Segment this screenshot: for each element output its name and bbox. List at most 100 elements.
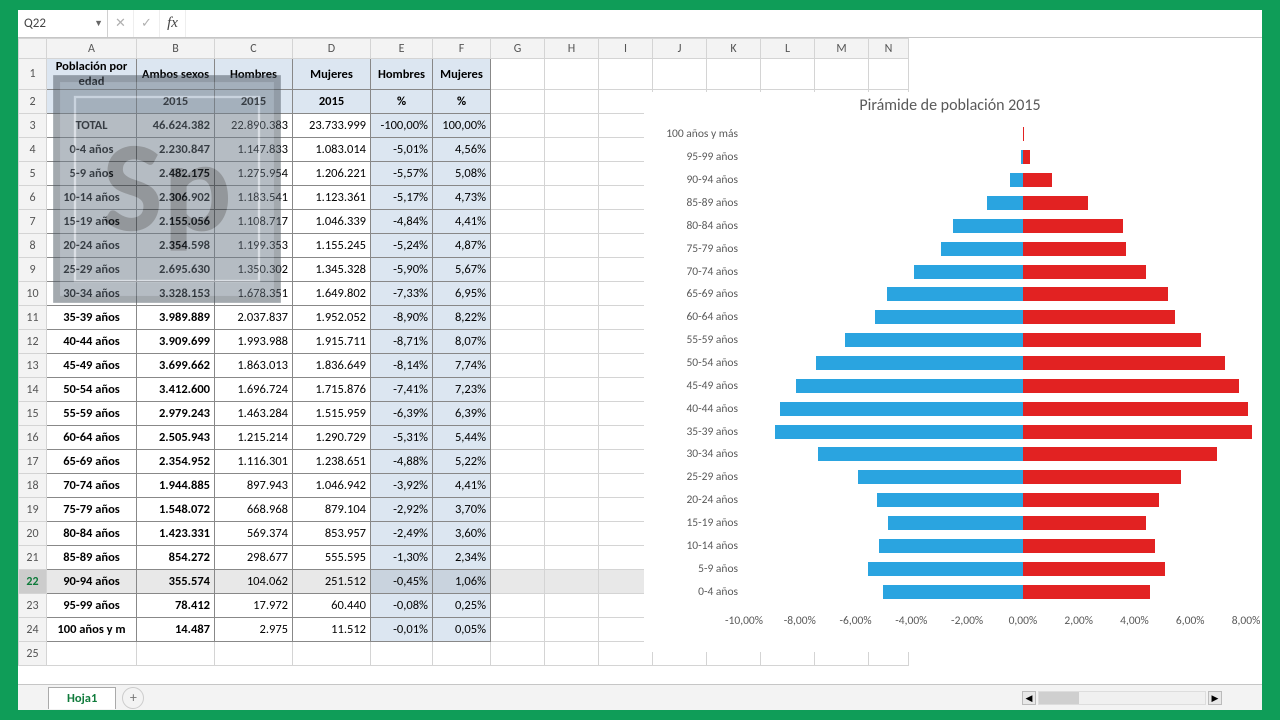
cell[interactable]: 1.083.014 xyxy=(293,138,371,162)
select-all-corner[interactable] xyxy=(19,39,47,59)
cell[interactable] xyxy=(545,522,599,546)
cell[interactable]: 1.345.328 xyxy=(293,258,371,282)
cell[interactable] xyxy=(545,282,599,306)
cell[interactable]: 23.733.999 xyxy=(293,114,371,138)
cell[interactable]: 2.306.902 xyxy=(137,186,215,210)
cell[interactable]: 2.230.847 xyxy=(137,138,215,162)
cell[interactable] xyxy=(869,59,909,90)
cell[interactable]: 100 años y m xyxy=(47,618,137,642)
cell[interactable]: 2.037.837 xyxy=(215,306,293,330)
cell[interactable]: 104.062 xyxy=(215,570,293,594)
cell[interactable] xyxy=(491,282,545,306)
cell[interactable]: 60-64 años xyxy=(47,426,137,450)
cell[interactable]: 2.354.952 xyxy=(137,450,215,474)
cell[interactable]: 879.104 xyxy=(293,498,371,522)
row-header[interactable]: 2 xyxy=(19,90,47,114)
scroll-left-icon[interactable]: ◀ xyxy=(1022,691,1036,705)
cell[interactable]: -5,17% xyxy=(371,186,433,210)
cell[interactable] xyxy=(545,642,599,666)
cell[interactable]: 1.915.711 xyxy=(293,330,371,354)
scroll-right-icon[interactable]: ▶ xyxy=(1208,691,1222,705)
chevron-down-icon[interactable]: ▼ xyxy=(94,18,103,29)
cell[interactable]: 3.412.600 xyxy=(137,378,215,402)
cell[interactable]: 7,74% xyxy=(433,354,491,378)
cell[interactable] xyxy=(491,546,545,570)
cell[interactable] xyxy=(545,330,599,354)
cell[interactable]: 100,00% xyxy=(433,114,491,138)
cell[interactable]: Población por edad xyxy=(47,59,137,90)
cell[interactable] xyxy=(707,59,761,90)
cell[interactable] xyxy=(653,59,707,90)
cell[interactable]: 14.487 xyxy=(137,618,215,642)
cell[interactable]: 17.972 xyxy=(215,594,293,618)
cell[interactable]: 1.678.351 xyxy=(215,282,293,306)
cell[interactable]: 355.574 xyxy=(137,570,215,594)
row-header[interactable]: 22 xyxy=(19,570,47,594)
cell[interactable]: 8,07% xyxy=(433,330,491,354)
cell[interactable] xyxy=(491,114,545,138)
cell[interactable]: Mujeres xyxy=(293,59,371,90)
cell[interactable]: 555.595 xyxy=(293,546,371,570)
col-header[interactable]: H xyxy=(545,39,599,59)
cell[interactable] xyxy=(491,618,545,642)
cell[interactable]: 1.649.802 xyxy=(293,282,371,306)
col-header[interactable]: M xyxy=(815,39,869,59)
cell[interactable]: 5,22% xyxy=(433,450,491,474)
cell[interactable]: 50-54 años xyxy=(47,378,137,402)
cell[interactable]: -3,92% xyxy=(371,474,433,498)
cell[interactable]: 0-4 años xyxy=(47,138,137,162)
cell[interactable]: 2.482.175 xyxy=(137,162,215,186)
cell[interactable]: -100,00% xyxy=(371,114,433,138)
cell[interactable]: 853.957 xyxy=(293,522,371,546)
col-header[interactable]: G xyxy=(491,39,545,59)
cell[interactable]: 3.989.889 xyxy=(137,306,215,330)
cell[interactable]: 45-49 años xyxy=(47,354,137,378)
cell[interactable]: 30-34 años xyxy=(47,282,137,306)
cell[interactable]: -5,24% xyxy=(371,234,433,258)
cell[interactable] xyxy=(545,618,599,642)
cell[interactable] xyxy=(545,498,599,522)
row-header[interactable]: 16 xyxy=(19,426,47,450)
cell[interactable]: 0,05% xyxy=(433,618,491,642)
cell[interactable] xyxy=(491,426,545,450)
cell[interactable]: 1.147.833 xyxy=(215,138,293,162)
row-header[interactable]: 23 xyxy=(19,594,47,618)
sheet-tab-active[interactable]: Hoja1 xyxy=(48,687,116,709)
col-header[interactable]: F xyxy=(433,39,491,59)
cell[interactable]: 3.699.662 xyxy=(137,354,215,378)
cell[interactable] xyxy=(545,138,599,162)
cell[interactable] xyxy=(433,642,491,666)
cell[interactable] xyxy=(491,570,545,594)
row-header[interactable]: 24 xyxy=(19,618,47,642)
cell[interactable]: 1.715.876 xyxy=(293,378,371,402)
cell[interactable] xyxy=(491,234,545,258)
cell[interactable]: 1.515.959 xyxy=(293,402,371,426)
row-header[interactable]: 14 xyxy=(19,378,47,402)
cell[interactable] xyxy=(545,378,599,402)
cell[interactable]: 4,87% xyxy=(433,234,491,258)
cell[interactable]: 20-24 años xyxy=(47,234,137,258)
cell[interactable]: 1.423.331 xyxy=(137,522,215,546)
cell[interactable]: -5,31% xyxy=(371,426,433,450)
horizontal-scrollbar[interactable]: ◀ ▶ xyxy=(1022,690,1222,706)
fx-icon[interactable]: fx xyxy=(160,10,186,37)
cell[interactable]: 0,25% xyxy=(433,594,491,618)
cell[interactable] xyxy=(815,59,869,90)
cell[interactable]: 5,67% xyxy=(433,258,491,282)
cell[interactable] xyxy=(491,186,545,210)
cell[interactable]: 6,95% xyxy=(433,282,491,306)
col-header[interactable]: L xyxy=(761,39,815,59)
cell[interactable]: -6,39% xyxy=(371,402,433,426)
row-header[interactable]: 18 xyxy=(19,474,47,498)
cell[interactable] xyxy=(545,210,599,234)
row-header[interactable]: 17 xyxy=(19,450,47,474)
cell[interactable]: 85-89 años xyxy=(47,546,137,570)
cell[interactable]: -5,01% xyxy=(371,138,433,162)
cell[interactable] xyxy=(491,498,545,522)
cell[interactable] xyxy=(491,522,545,546)
cell[interactable] xyxy=(545,546,599,570)
cell[interactable]: 6,39% xyxy=(433,402,491,426)
cell[interactable]: -8,90% xyxy=(371,306,433,330)
cell[interactable]: 1.275.954 xyxy=(215,162,293,186)
cell[interactable] xyxy=(545,306,599,330)
